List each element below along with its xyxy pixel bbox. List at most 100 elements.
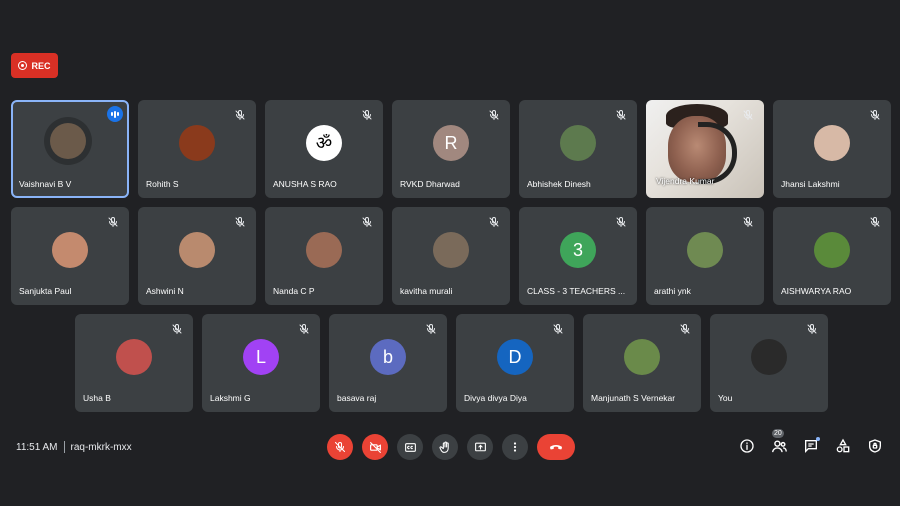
- avatar: [560, 125, 596, 161]
- host-controls-icon: [869, 439, 881, 453]
- participant-tile[interactable]: L Lakshmi G: [202, 314, 320, 412]
- participant-tile[interactable]: arathi ynk: [646, 207, 764, 305]
- present-button[interactable]: [467, 434, 493, 460]
- avatar-initial: D: [508, 346, 522, 367]
- participant-name: Abhishek Dinesh: [527, 179, 591, 189]
- avatar-initial: b: [382, 346, 393, 367]
- mic-muted-icon: [361, 215, 373, 227]
- participant-tile[interactable]: Ashwini N: [138, 207, 256, 305]
- participant-name: Divya divya Diya: [464, 393, 527, 403]
- participant-tile[interactable]: kavitha murali: [392, 207, 510, 305]
- participant-tile[interactable]: Vijendra Kumar: [646, 100, 764, 198]
- mic-muted-icon: [488, 108, 500, 120]
- speaking-indicator-icon: [107, 106, 123, 122]
- mic-muted-icon: [552, 322, 564, 334]
- participant-name: Vaishnavi B V: [19, 179, 72, 189]
- avatar: L: [243, 339, 279, 375]
- avatar-initial: 3: [572, 239, 583, 260]
- participant-name: Ashwini N: [146, 286, 184, 296]
- mic-muted-icon: [425, 322, 437, 334]
- avatar: [306, 232, 342, 268]
- raise-hand-icon: [438, 441, 449, 453]
- participant-tile[interactable]: Usha B: [75, 314, 193, 412]
- participant-tile[interactable]: Rohith S: [138, 100, 256, 198]
- participant-name: Usha B: [83, 393, 111, 403]
- participant-tile[interactable]: AISHWARYA RAO: [773, 207, 891, 305]
- mic-muted-icon: [679, 322, 691, 334]
- participant-name: Manjunath S Vernekar: [591, 393, 676, 403]
- mic-muted-icon: [806, 322, 818, 334]
- participant-name: Jhansi Lakshmi: [781, 179, 840, 189]
- mic-muted-icon: [107, 215, 119, 227]
- avatar: [433, 232, 469, 268]
- participant-name: basava raj: [337, 393, 377, 403]
- participant-tile[interactable]: 3 CLASS - 3 TEACHERS ...: [519, 207, 637, 305]
- avatar-initial: L: [255, 346, 266, 367]
- avatar: [624, 339, 660, 375]
- activities-button[interactable]: [834, 437, 852, 455]
- participant-name: arathi ynk: [654, 286, 691, 296]
- chat-button[interactable]: [802, 437, 820, 455]
- mic-muted-icon: [234, 108, 246, 120]
- participant-tile[interactable]: Nanda C P: [265, 207, 383, 305]
- avatar: 3: [560, 232, 596, 268]
- camera-off-icon: [369, 441, 381, 453]
- captions-button[interactable]: [397, 434, 423, 460]
- participant-tile[interactable]: R RVKD Dharwad: [392, 100, 510, 198]
- divider: [63, 441, 65, 453]
- people-icon: [771, 439, 787, 452]
- chat-notification-dot: [816, 437, 820, 441]
- participant-name: kavitha murali: [400, 286, 453, 296]
- avatar: [687, 232, 723, 268]
- participant-tile[interactable]: Vaishnavi B V: [11, 100, 129, 198]
- participant-name: CLASS - 3 TEACHERS ...: [527, 286, 626, 296]
- avatar: [179, 232, 215, 268]
- raise-hand-button[interactable]: [432, 434, 458, 460]
- end-call-icon: [550, 445, 562, 450]
- participant-tile[interactable]: b basava raj: [329, 314, 447, 412]
- participant-tile[interactable]: Abhishek Dinesh: [519, 100, 637, 198]
- captions-icon: [404, 442, 416, 452]
- avatar: [179, 125, 215, 161]
- more-options-icon: [513, 442, 517, 452]
- participant-count-badge: 20: [772, 429, 784, 438]
- avatar: [50, 123, 86, 159]
- avatar: [52, 232, 88, 268]
- mic-muted-icon: [488, 215, 500, 227]
- people-button[interactable]: 20: [770, 429, 788, 455]
- participant-tile[interactable]: You: [710, 314, 828, 412]
- participant-tile[interactable]: D Divya divya Diya: [456, 314, 574, 412]
- avatar: [814, 125, 850, 161]
- present-icon: [474, 442, 486, 451]
- participant-name: RVKD Dharwad: [400, 179, 460, 189]
- mic-muted-icon: [869, 108, 881, 120]
- toggle-mic-button[interactable]: [327, 434, 353, 460]
- participant-grid: Vaishnavi B V Rohith S ॐ ANUSHA S RAO R RVKD …: [0, 0, 900, 420]
- participant-tile[interactable]: Manjunath S Vernekar: [583, 314, 701, 412]
- mic-muted-icon: [742, 215, 754, 227]
- participant-tile[interactable]: Sanjukta Paul: [11, 207, 129, 305]
- avatar: [116, 339, 152, 375]
- leave-call-button[interactable]: [537, 434, 575, 460]
- toggle-camera-button[interactable]: [362, 434, 388, 460]
- meeting-code[interactable]: raq-mkrk-mxx: [71, 442, 132, 453]
- participant-name: ANUSHA S RAO: [273, 179, 337, 189]
- avatar-initial: R: [444, 132, 458, 153]
- meeting-time: 11:51 AM: [16, 441, 58, 453]
- meeting-info-button[interactable]: [738, 437, 756, 455]
- meeting-details: 11:51 AM raq-mkrk-mxx: [16, 441, 132, 453]
- participant-name: Rohith S: [146, 179, 179, 189]
- mic-muted-icon: [742, 108, 754, 120]
- participant-tile[interactable]: ॐ ANUSHA S RAO: [265, 100, 383, 198]
- more-options-button[interactable]: [502, 434, 528, 460]
- participant-name: Vijendra Kumar: [656, 176, 715, 186]
- avatar: b: [370, 339, 406, 375]
- mic-muted-icon: [869, 215, 881, 227]
- call-controls: [327, 434, 575, 460]
- mic-off-icon: [334, 441, 346, 453]
- activities-icon: [836, 438, 850, 453]
- participant-tile[interactable]: Jhansi Lakshmi: [773, 100, 891, 198]
- avatar: [814, 232, 850, 268]
- host-controls-button[interactable]: [866, 437, 884, 455]
- mic-muted-icon: [361, 108, 373, 120]
